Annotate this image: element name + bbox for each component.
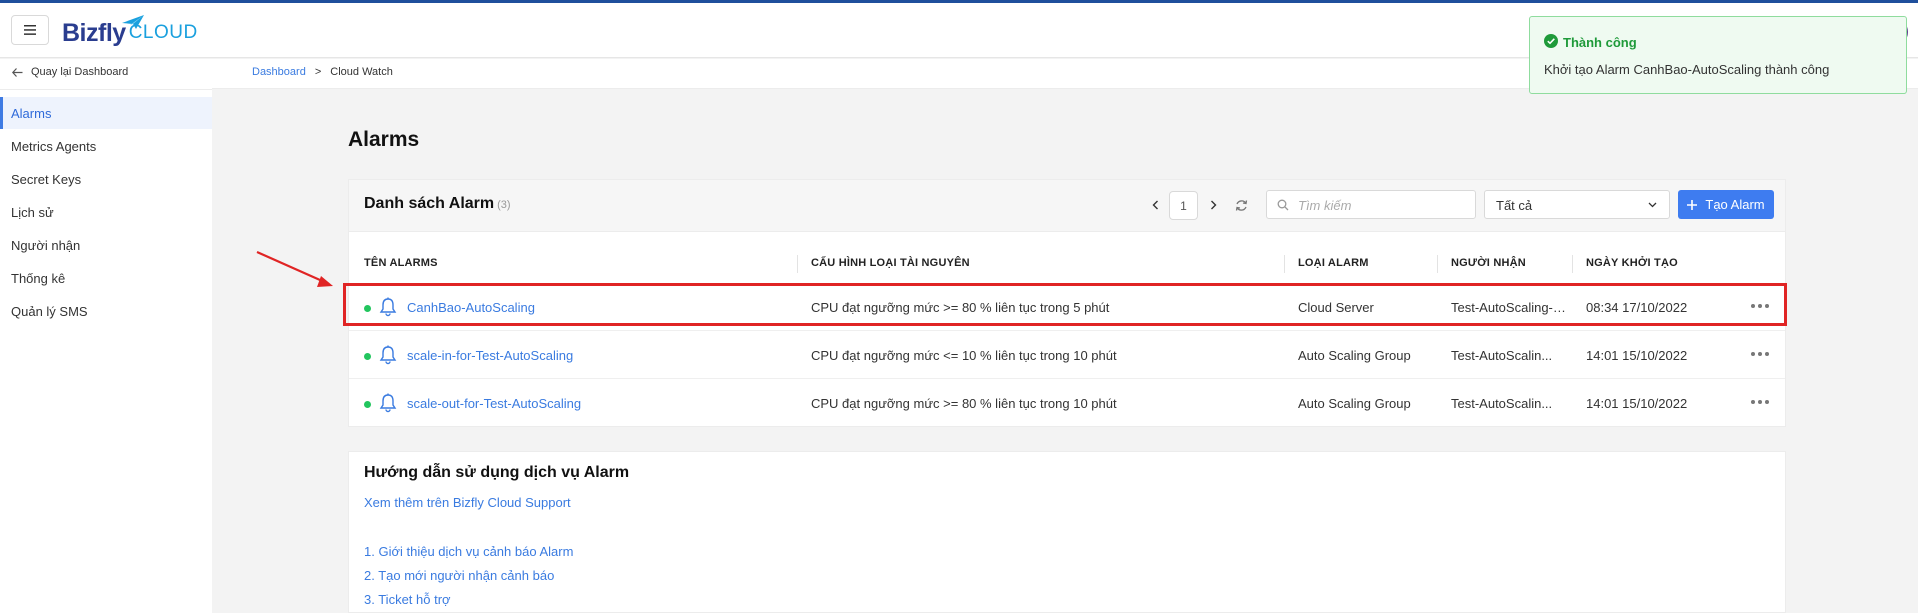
breadcrumb-separator: > bbox=[314, 66, 322, 78]
back-to-dashboard-link[interactable]: Quay lại Dashboard bbox=[12, 66, 128, 78]
search-icon bbox=[1277, 199, 1289, 211]
alarm-name-link[interactable]: scale-in-for-Test-AutoScaling bbox=[407, 348, 573, 363]
alarm-config: CPU đạt ngưỡng mức >= 80 % liên tục tron… bbox=[811, 396, 1117, 411]
next-page-button[interactable] bbox=[1202, 193, 1224, 217]
sidebar-divider bbox=[0, 89, 212, 90]
page-title: Alarms bbox=[348, 128, 420, 151]
sidebar: Quay lại Dashboard Alarms Metrics Agents… bbox=[0, 59, 212, 613]
alarm-list-header: Danh sách Alarm(3) 1 Tất cả Tạo Alarm bbox=[349, 180, 1785, 232]
refresh-icon bbox=[1235, 199, 1247, 211]
column-header-config: CẤU HÌNH LOẠI TÀI NGUYÊN bbox=[811, 257, 970, 269]
column-divider bbox=[1284, 255, 1285, 273]
highlight-box bbox=[343, 283, 1787, 326]
toast-message: Khởi tạo Alarm CanhBao-AutoScaling thành… bbox=[1544, 62, 1830, 77]
ellipsis-icon bbox=[1751, 400, 1755, 404]
alarm-type: Auto Scaling Group bbox=[1298, 348, 1411, 363]
ellipsis-icon bbox=[1765, 400, 1769, 404]
arrow-left-icon bbox=[12, 67, 23, 77]
alarm-name-link[interactable]: scale-out-for-Test-AutoScaling bbox=[407, 396, 581, 411]
guide-card: Hướng dẫn sử dụng dịch vụ Alarm Xem thêm… bbox=[348, 451, 1786, 613]
check-circle-icon bbox=[1544, 34, 1558, 48]
breadcrumb-current: Cloud Watch bbox=[330, 66, 393, 78]
alarm-type-filter-select[interactable]: Tất cả bbox=[1484, 190, 1670, 219]
chevron-right-icon bbox=[1210, 200, 1216, 210]
alarm-count: (3) bbox=[497, 199, 511, 211]
menu-toggle-button[interactable] bbox=[11, 15, 49, 45]
alarm-receiver: Test-AutoScalin... bbox=[1451, 348, 1553, 363]
alarm-list-title-text: Danh sách Alarm bbox=[364, 195, 495, 212]
sidebar-item-history[interactable]: Lịch sử bbox=[0, 196, 212, 228]
row-actions-button[interactable] bbox=[1749, 394, 1771, 410]
status-dot bbox=[364, 401, 371, 408]
sidebar-item-statistics[interactable]: Thống kê bbox=[0, 262, 212, 294]
prev-page-button[interactable] bbox=[1144, 193, 1166, 217]
logo-wordmark: Bizfly bbox=[62, 18, 126, 47]
success-toast: Thành công Khởi tạo Alarm CanhBao-AutoSc… bbox=[1529, 16, 1907, 94]
alarm-created-date: 14:01 15/10/2022 bbox=[1586, 396, 1688, 411]
breadcrumb-dashboard-link[interactable]: Dashboard bbox=[252, 66, 306, 78]
sidebar-item-sms-management[interactable]: Quản lý SMS bbox=[0, 295, 212, 327]
guide-link-intro[interactable]: 1. Giới thiệu dịch vụ cảnh báo Alarm bbox=[364, 544, 573, 559]
hamburger-icon bbox=[24, 25, 36, 35]
status-dot bbox=[364, 353, 371, 360]
alarm-created-date: 14:01 15/10/2022 bbox=[1586, 348, 1688, 363]
guide-link-ticket[interactable]: 3. Ticket hỗ trợ bbox=[364, 592, 451, 607]
alarm-list-title: Danh sách Alarm (3) bbox=[364, 195, 511, 213]
create-alarm-button[interactable]: Tạo Alarm bbox=[1678, 190, 1774, 219]
row-actions-button[interactable] bbox=[1749, 346, 1771, 362]
toast-title: Thành công bbox=[1563, 35, 1637, 50]
annotation-arrow bbox=[256, 250, 333, 287]
table-row[interactable]: scale-in-for-Test-AutoScaling CPU đạt ng… bbox=[349, 332, 1785, 379]
ellipsis-icon bbox=[1758, 352, 1762, 356]
table-row[interactable]: scale-out-for-Test-AutoScaling CPU đạt n… bbox=[349, 380, 1785, 427]
plus-icon bbox=[1687, 199, 1698, 210]
guide-link-create-receiver[interactable]: 2. Tạo mới người nhận cảnh báo bbox=[364, 568, 554, 583]
refresh-button[interactable] bbox=[1229, 193, 1253, 217]
column-header-created: NGÀY KHỞI TẠO bbox=[1586, 257, 1678, 269]
filter-selected-value: Tất cả bbox=[1496, 198, 1533, 213]
search-input[interactable] bbox=[1298, 196, 1468, 214]
bell-icon bbox=[379, 345, 397, 365]
sidebar-item-alarms[interactable]: Alarms bbox=[0, 97, 212, 129]
support-link[interactable]: Xem thêm trên Bizfly Cloud Support bbox=[364, 495, 571, 510]
column-header-name: TÊN ALARMS bbox=[364, 257, 438, 269]
alarm-type: Auto Scaling Group bbox=[1298, 396, 1411, 411]
search-field[interactable] bbox=[1266, 190, 1476, 219]
bell-icon bbox=[379, 393, 397, 413]
column-divider bbox=[797, 255, 798, 273]
guide-title: Hướng dẫn sử dụng dịch vụ Alarm bbox=[364, 464, 630, 481]
sidebar-item-receivers[interactable]: Người nhận bbox=[0, 229, 212, 261]
column-divider bbox=[1572, 255, 1573, 273]
sidebar-item-secret-keys[interactable]: Secret Keys bbox=[0, 163, 212, 195]
column-divider bbox=[1437, 255, 1438, 273]
breadcrumb: Dashboard > Cloud Watch bbox=[252, 66, 393, 78]
column-header-receiver: NGƯỜI NHẬN bbox=[1451, 257, 1526, 269]
ellipsis-icon bbox=[1758, 400, 1762, 404]
chevron-down-icon bbox=[1648, 202, 1657, 208]
chevron-left-icon bbox=[1152, 200, 1158, 210]
sidebar-item-metrics-agents[interactable]: Metrics Agents bbox=[0, 130, 212, 162]
column-header-type: LOẠI ALARM bbox=[1298, 257, 1369, 269]
alarm-receiver: Test-AutoScalin... bbox=[1451, 396, 1553, 411]
alarm-config: CPU đạt ngưỡng mức <= 10 % liên tục tron… bbox=[811, 348, 1117, 363]
ellipsis-icon bbox=[1751, 352, 1755, 356]
ellipsis-icon bbox=[1765, 352, 1769, 356]
back-link-label: Quay lại Dashboard bbox=[31, 66, 129, 78]
create-alarm-label: Tạo Alarm bbox=[1705, 197, 1765, 212]
paper-plane-icon bbox=[122, 15, 144, 29]
current-page-number[interactable]: 1 bbox=[1169, 191, 1198, 220]
